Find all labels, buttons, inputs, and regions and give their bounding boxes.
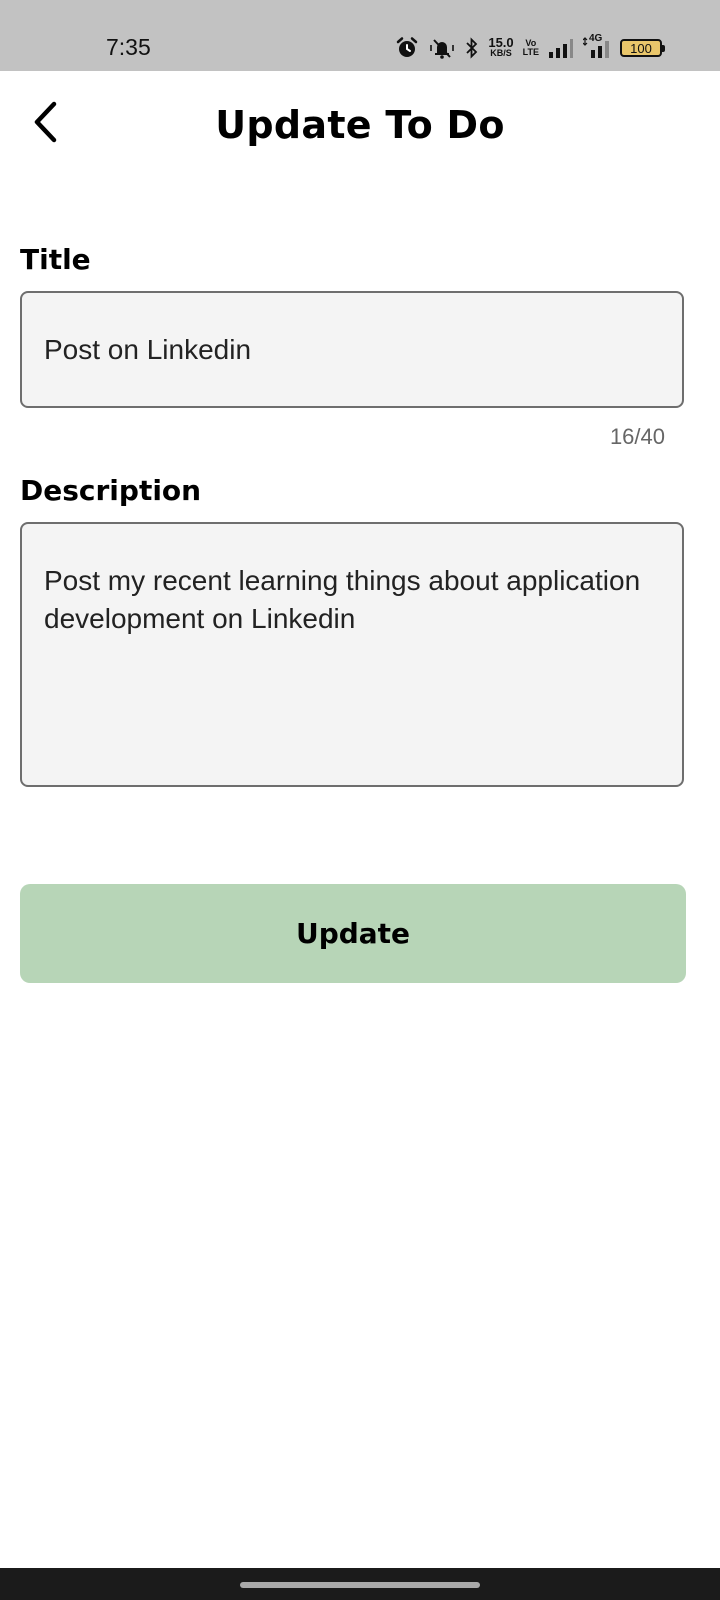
network-type: 4G (589, 33, 603, 44)
title-char-counter: 16/40 (609, 424, 665, 449)
description-input[interactable]: Post my recent learning things about app… (20, 522, 684, 787)
volte-indicator: Vo LTE (522, 38, 539, 57)
navigation-bar (0, 1568, 720, 1600)
page-title: Update To Do (215, 103, 505, 147)
title-input[interactable]: Post on Linkedin (20, 291, 684, 408)
status-bar: 7:35 15.0 KB/S Vo LTE 4G 100 (0, 0, 720, 71)
update-button[interactable]: Update (20, 884, 686, 983)
signal-icon (548, 37, 574, 59)
battery-icon: 100 (620, 39, 665, 57)
app-bar: Update To Do (0, 71, 720, 181)
status-icons: 15.0 KB/S Vo LTE 4G 100 (395, 33, 665, 63)
net-speed: 15.0 KB/S (488, 35, 514, 58)
bluetooth-icon (465, 36, 479, 60)
home-gesture-handle[interactable] (240, 1582, 480, 1588)
signal-4g-icon: 4G (583, 33, 611, 59)
alarm-icon (395, 36, 419, 60)
title-label: Title (20, 243, 91, 276)
description-label: Description (20, 474, 202, 507)
status-time: 7:35 (106, 34, 151, 60)
vibrate-icon (428, 36, 456, 60)
